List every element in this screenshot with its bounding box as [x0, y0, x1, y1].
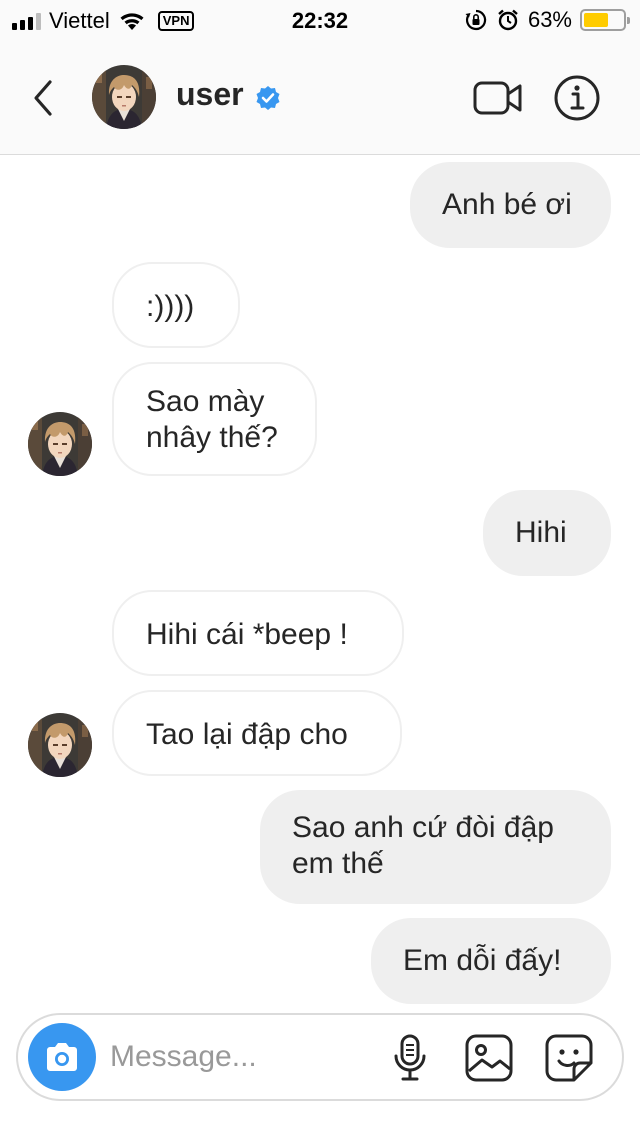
- message-bubble-outgoing[interactable]: Sao anh cứ đòi đập em thế: [260, 790, 611, 904]
- verified-badge-icon: [256, 86, 280, 110]
- message-bubble-outgoing[interactable]: Hihi: [483, 490, 611, 576]
- sticker-icon[interactable]: [544, 1033, 594, 1083]
- username[interactable]: user: [176, 76, 244, 113]
- video-call-icon[interactable]: [472, 78, 524, 118]
- info-icon[interactable]: [553, 74, 601, 122]
- message-bubble-incoming[interactable]: Tao lại đập cho: [112, 690, 402, 776]
- orientation-lock-icon: [465, 9, 487, 31]
- battery-percent: 63%: [527, 7, 572, 32]
- message-bubble-incoming[interactable]: Hihi cái *beep !: [112, 590, 404, 676]
- message-bubble-outgoing[interactable]: Em dỗi đấy!: [371, 918, 611, 1004]
- message-bubble-outgoing[interactable]: Anh bé ơi: [410, 162, 611, 248]
- message-bubble-incoming[interactable]: :)))): [112, 262, 240, 348]
- battery-icon: [580, 9, 630, 31]
- gallery-icon[interactable]: [464, 1033, 514, 1083]
- status-bar: Viettel VPN 22:32 63%: [0, 0, 640, 40]
- conversation-header: user: [0, 40, 640, 155]
- sender-avatar[interactable]: [28, 713, 92, 777]
- sender-avatar[interactable]: [28, 412, 92, 476]
- alarm-icon: [498, 9, 518, 31]
- back-icon[interactable]: [28, 78, 60, 118]
- message-composer: [16, 1013, 624, 1101]
- status-right: 63%: [464, 7, 630, 33]
- message-bubble-incoming[interactable]: Sao mày nhây thế?: [112, 362, 317, 476]
- microphone-icon[interactable]: [390, 1033, 430, 1083]
- message-input[interactable]: [110, 1037, 380, 1077]
- avatar[interactable]: [92, 65, 156, 129]
- camera-icon: [47, 1043, 77, 1071]
- battery-level: [584, 13, 608, 27]
- camera-button[interactable]: [28, 1023, 96, 1091]
